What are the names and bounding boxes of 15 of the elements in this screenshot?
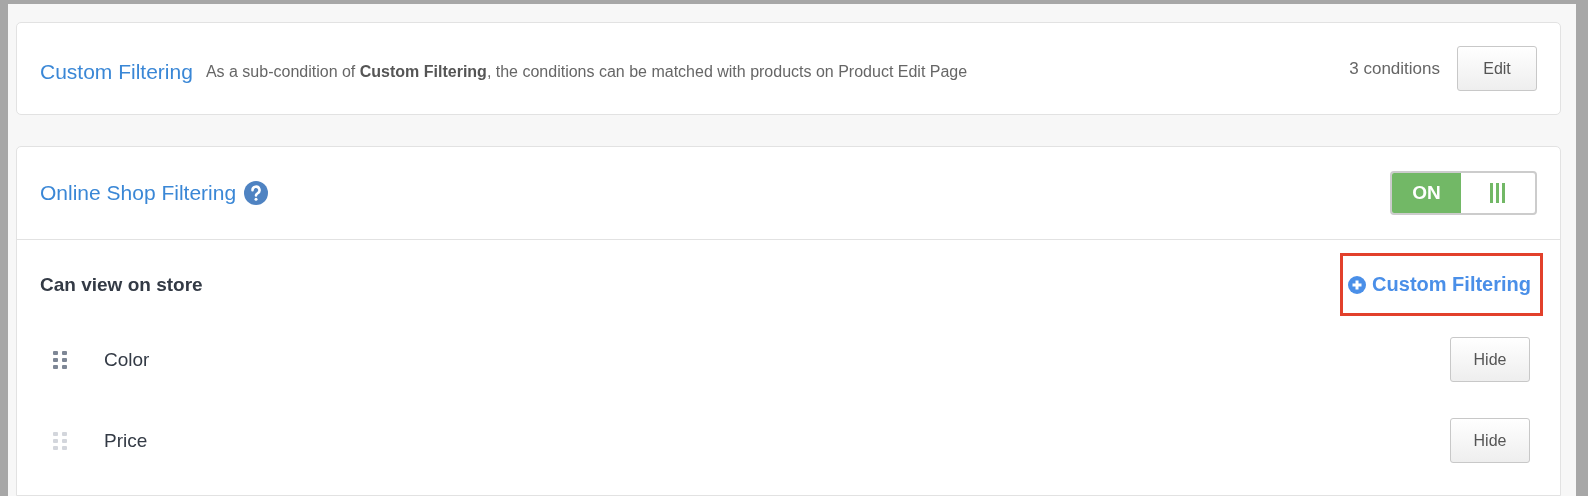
plus-circle-icon (1348, 275, 1367, 294)
hide-button[interactable]: Hide (1450, 418, 1530, 463)
drag-handle-icon[interactable] (53, 350, 68, 369)
filter-label: Color (104, 348, 150, 371)
section-title: Can view on store (40, 273, 203, 296)
grip-icon (1490, 183, 1506, 203)
drag-handle-icon[interactable] (53, 431, 68, 450)
help-icon[interactable] (244, 181, 269, 205)
filter-label: Price (104, 429, 148, 452)
card-title: Online Shop Filtering (40, 181, 237, 205)
conditions-count: 3 conditions (1349, 58, 1440, 79)
hide-button[interactable]: Hide (1450, 337, 1530, 382)
description-text: As a sub-condition of Custom Filtering, the conditions can be matched with products on Product Edit Page (205, 62, 968, 81)
card-title: Custom Filtering (40, 59, 193, 84)
edit-button[interactable]: Edit (1457, 46, 1537, 91)
